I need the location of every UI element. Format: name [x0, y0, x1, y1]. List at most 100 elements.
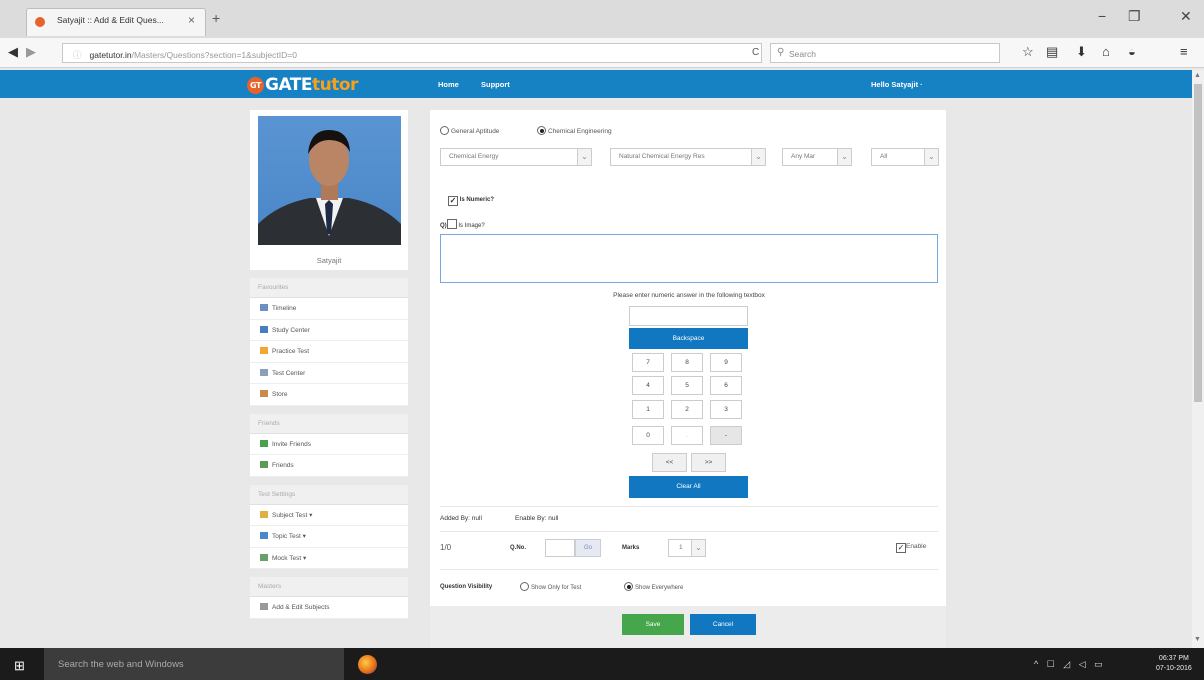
enable-checkbox[interactable]: ✓ Enable — [896, 543, 926, 553]
sidebar: Satyajit Favourites Timeline Study Cente… — [250, 110, 408, 648]
sidebar-item-study-center[interactable]: Study Center — [250, 320, 408, 341]
key-9[interactable]: 9 — [710, 353, 742, 372]
sidebar-item-add-edit-subjects[interactable]: Add & Edit Subjects — [250, 597, 408, 619]
scrollbar-thumb[interactable] — [1194, 84, 1202, 402]
sidebar-item-friends[interactable]: Friends — [250, 455, 408, 477]
key-1[interactable]: 1 — [632, 400, 664, 419]
close-window-button[interactable]: ✕ — [1180, 8, 1192, 25]
taskbar-search-box[interactable]: Search the web and Windows — [44, 648, 344, 680]
key-minus[interactable]: - — [710, 426, 742, 445]
sidebar-item-test-center[interactable]: Test Center — [250, 363, 408, 384]
user-greeting-menu[interactable]: Hello Satyajit · — [871, 80, 923, 89]
browser-nav-bar: ◀ ▶ ⓘ gatetutor.in/Masters/Questions?sect… — [0, 38, 1204, 68]
profile-name: Satyajit — [316, 256, 342, 265]
system-tray-icons[interactable]: ^ ☐ ◿ ◁ ▭ — [1034, 659, 1106, 670]
bookmark-star-icon[interactable]: ☆ — [1022, 44, 1034, 60]
nav-support-link[interactable]: Support — [481, 80, 510, 89]
radio-label: Show Only for Test — [531, 585, 582, 591]
next-button[interactable]: >> — [691, 453, 726, 472]
taskbar-clock[interactable]: 06:37 PM 07-10-2016 — [1156, 654, 1192, 674]
go-button[interactable]: Go — [575, 539, 601, 557]
scroll-up-icon[interactable]: ▲ — [1194, 72, 1201, 79]
chevron-down-icon: ⌄ — [577, 149, 591, 165]
checkbox-checked-icon: ✓ — [896, 543, 906, 553]
sidebar-item-topic-test[interactable]: Topic Test ▾ — [250, 526, 408, 548]
sidebar-item-practice-test[interactable]: Practice Test — [250, 341, 408, 363]
key-decimal[interactable]: . — [671, 426, 703, 445]
firefox-icon[interactable] — [358, 655, 377, 674]
key-6[interactable]: 6 — [710, 376, 742, 395]
reload-icon[interactable]: C — [752, 47, 759, 58]
prev-button[interactable]: << — [652, 453, 687, 472]
q-no-input[interactable] — [545, 539, 575, 557]
gatetutor-logo[interactable]: GT GATEtutor — [247, 75, 358, 95]
browser-tab[interactable]: Satyajit :: Add & Edit Ques... × — [26, 8, 206, 36]
sidebar-item-subject-test[interactable]: Subject Test ▾ — [250, 505, 408, 526]
windows-taskbar: ⊞ Search the web and Windows ^ ☐ ◿ ◁ ▭ 0… — [0, 648, 1204, 680]
radio-show-only-test[interactable]: Show Only for Test — [520, 582, 581, 591]
new-tab-button[interactable]: + — [212, 10, 220, 26]
page-scrollbar[interactable]: ▲ ▼ — [1192, 70, 1204, 648]
key-3[interactable]: 3 — [710, 400, 742, 419]
site-header: GT GATEtutor Home Support Hello Satyajit … — [0, 70, 1192, 98]
menu-icon[interactable]: ≡ — [1180, 44, 1188, 59]
item-label: Topic Test ▾ — [272, 533, 306, 540]
key-0[interactable]: 0 — [632, 426, 664, 445]
key-2[interactable]: 2 — [671, 400, 703, 419]
topic-select[interactable]: Natural Chemical Energy Res ⌄ — [610, 148, 766, 166]
key-7[interactable]: 7 — [632, 353, 664, 372]
subject-select[interactable]: Chemical Energy ⌄ — [440, 148, 592, 166]
chevron-down-icon: ⌄ — [751, 149, 765, 165]
save-button[interactable]: Save — [622, 614, 684, 635]
sidebar-item-invite-friends[interactable]: Invite Friends — [250, 434, 408, 455]
item-label: Study Center — [272, 326, 310, 334]
question-count: 1/0 — [440, 543, 452, 552]
maximize-button[interactable]: ❐ — [1128, 8, 1141, 25]
browser-search-input[interactable]: ⚲ Search — [770, 43, 1000, 63]
sidebar-item-mock-test[interactable]: Mock Test ▾ — [250, 548, 408, 569]
pocket-icon[interactable]: ◒ — [1128, 44, 1136, 59]
profile-card: Satyajit — [250, 110, 408, 270]
is-image-checkbox[interactable]: Q) Is Image? — [440, 219, 485, 229]
clear-all-button[interactable]: Clear All — [629, 476, 748, 498]
cancel-button[interactable]: Cancel — [690, 614, 756, 635]
radio-general-aptitude[interactable]: General Aptitude — [440, 126, 499, 135]
key-5[interactable]: 5 — [671, 376, 703, 395]
subject-test-icon — [260, 510, 268, 518]
scroll-down-icon[interactable]: ▼ — [1194, 636, 1201, 643]
section-title: Test Settings — [250, 484, 408, 505]
marks-select[interactable]: 1 ⌄ — [668, 539, 706, 557]
back-icon[interactable]: ◀ — [8, 44, 18, 60]
download-icon[interactable]: ⬇ — [1076, 44, 1087, 60]
minimize-button[interactable]: − — [1098, 8, 1106, 24]
store-icon — [260, 390, 268, 397]
sidebar-item-store[interactable]: Store — [250, 384, 408, 406]
close-tab-icon[interactable]: × — [188, 13, 195, 27]
sidebar-item-timeline[interactable]: Timeline — [250, 298, 408, 320]
radio-selected-icon — [624, 582, 633, 591]
radio-label: Chemical Engineering — [548, 128, 612, 135]
forward-icon[interactable]: ▶ — [26, 44, 36, 60]
key-4[interactable]: 4 — [632, 376, 664, 395]
numeric-answer-input[interactable] — [629, 306, 748, 326]
key-8[interactable]: 8 — [671, 353, 703, 372]
reading-list-icon[interactable]: ▤ — [1046, 44, 1058, 60]
is-numeric-checkbox[interactable]: ✓ Is Numeric? — [448, 196, 494, 206]
url-host: gatetutor.in — [89, 50, 132, 60]
radio-chemical-engineering[interactable]: Chemical Engineering — [537, 126, 612, 135]
radio-icon — [440, 126, 449, 135]
radio-show-everywhere[interactable]: Show Everywhere — [624, 582, 683, 591]
url-bar[interactable]: ⓘ gatetutor.in/Masters/Questions?section=… — [62, 43, 762, 63]
item-label: Practice Test — [272, 348, 310, 355]
favourites-section: Favourites Timeline Study Center Practic… — [250, 278, 408, 406]
backspace-button[interactable]: Backspace — [629, 328, 748, 349]
windows-start-icon[interactable]: ⊞ — [14, 658, 25, 674]
item-label: Invite Friends — [272, 440, 312, 448]
item-label: Timeline — [272, 305, 297, 312]
filter-all-select[interactable]: All ⌄ — [871, 148, 939, 166]
nav-home-link[interactable]: Home — [438, 80, 459, 89]
year-select[interactable]: Any Mar ⌄ — [782, 148, 852, 166]
question-textarea[interactable] — [440, 234, 938, 283]
clock-date: 07-10-2016 — [1156, 665, 1192, 672]
home-icon[interactable]: ⌂ — [1102, 44, 1110, 59]
